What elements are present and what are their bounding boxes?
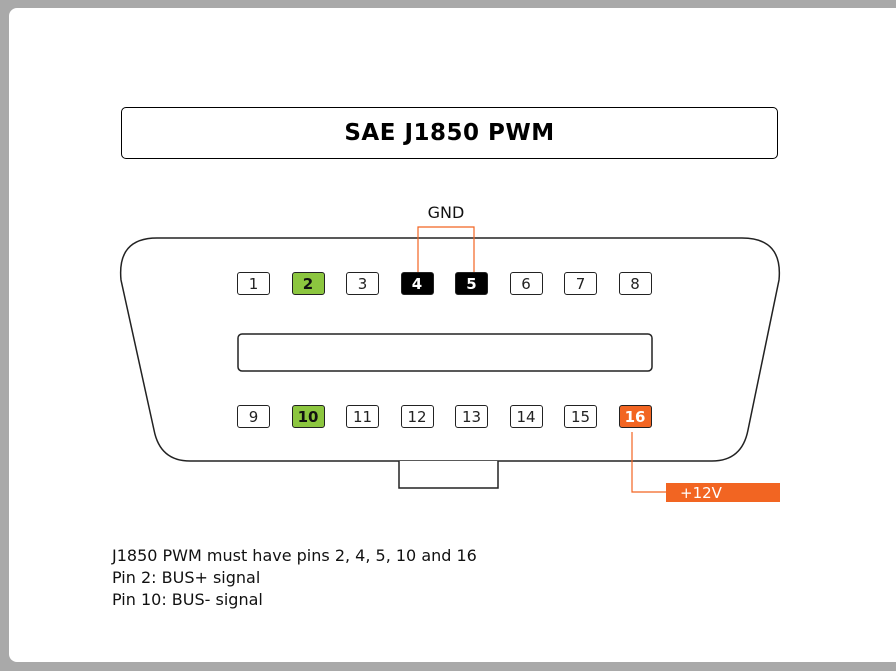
note-line: Pin 2: BUS+ signal [112, 568, 261, 587]
pin-11: 11 [346, 405, 379, 428]
pin-13: 13 [455, 405, 488, 428]
pin-10: 10 [291, 405, 325, 428]
pin-12: 12 [400, 405, 434, 428]
connector-slot [237, 333, 653, 372]
pin-16: 16 [618, 405, 652, 428]
frame: SAE J1850 PWM GND 12345678 9 10 11 12 13 14 15… [0, 0, 896, 671]
pin-4: 4 [400, 272, 434, 295]
pin-3: 3 [346, 272, 379, 295]
pin-7: 7 [564, 272, 597, 295]
power-label: +12V [666, 483, 780, 502]
note-line: Pin 10: BUS- signal [112, 590, 263, 609]
pin-5: 5 [455, 272, 488, 295]
notes: J1850 PWM must have pins 2, 4, 5, 10 and… [112, 545, 477, 611]
pin-15: 15 [564, 405, 597, 428]
gnd-label: GND [427, 203, 465, 222]
pin-14: 14 [509, 405, 543, 428]
pin-2: 2 [291, 272, 325, 295]
connector-key [398, 461, 499, 489]
pin-9: 9 [237, 405, 270, 428]
pin-8: 8 [618, 272, 652, 295]
note-line: J1850 PWM must have pins 2, 4, 5, 10 and… [112, 546, 477, 565]
pin-6: 6 [509, 272, 543, 295]
pin-1: 1 [237, 272, 270, 295]
